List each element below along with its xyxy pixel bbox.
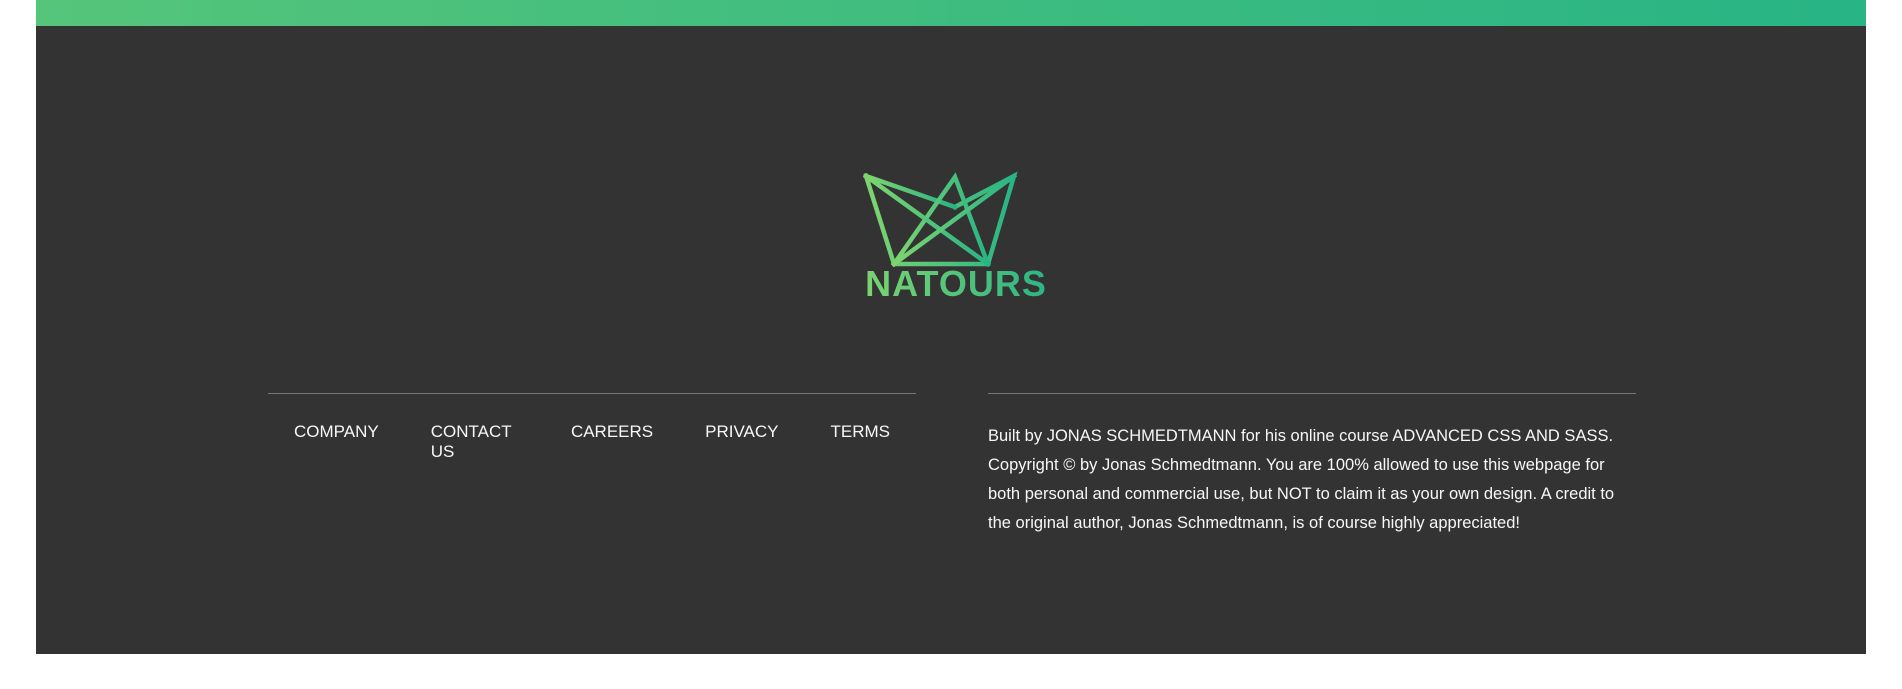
nav-list: Company Contact us Careers Privacy Terms <box>268 422 916 462</box>
footer: NATOURS Company Contact us Careers Priva… <box>36 26 1866 654</box>
nav-link-careers[interactable]: Careers <box>571 422 653 462</box>
nav-divider <box>268 393 916 394</box>
copyright-text: Built by JONAS SCHMEDTMANN for his onlin… <box>988 427 1615 532</box>
nav-link-privacy[interactable]: Privacy <box>705 422 778 462</box>
copyright-section: Built by JONAS SCHMEDTMANN for his onlin… <box>988 393 1636 538</box>
nav-link-company[interactable]: Company <box>294 422 379 462</box>
nav-link-contact-us[interactable]: Contact us <box>431 422 519 462</box>
footer-navigation: Company Contact us Careers Privacy Terms <box>268 393 916 462</box>
top-gradient-band <box>36 0 1866 26</box>
page: NATOURS Company Contact us Careers Priva… <box>36 0 1866 654</box>
copyright-divider <box>988 393 1636 394</box>
nav-link-terms[interactable]: Terms <box>831 422 891 462</box>
footer-logo: NATOURS <box>856 141 1056 321</box>
logo-text: NATOURS <box>856 263 1056 305</box>
